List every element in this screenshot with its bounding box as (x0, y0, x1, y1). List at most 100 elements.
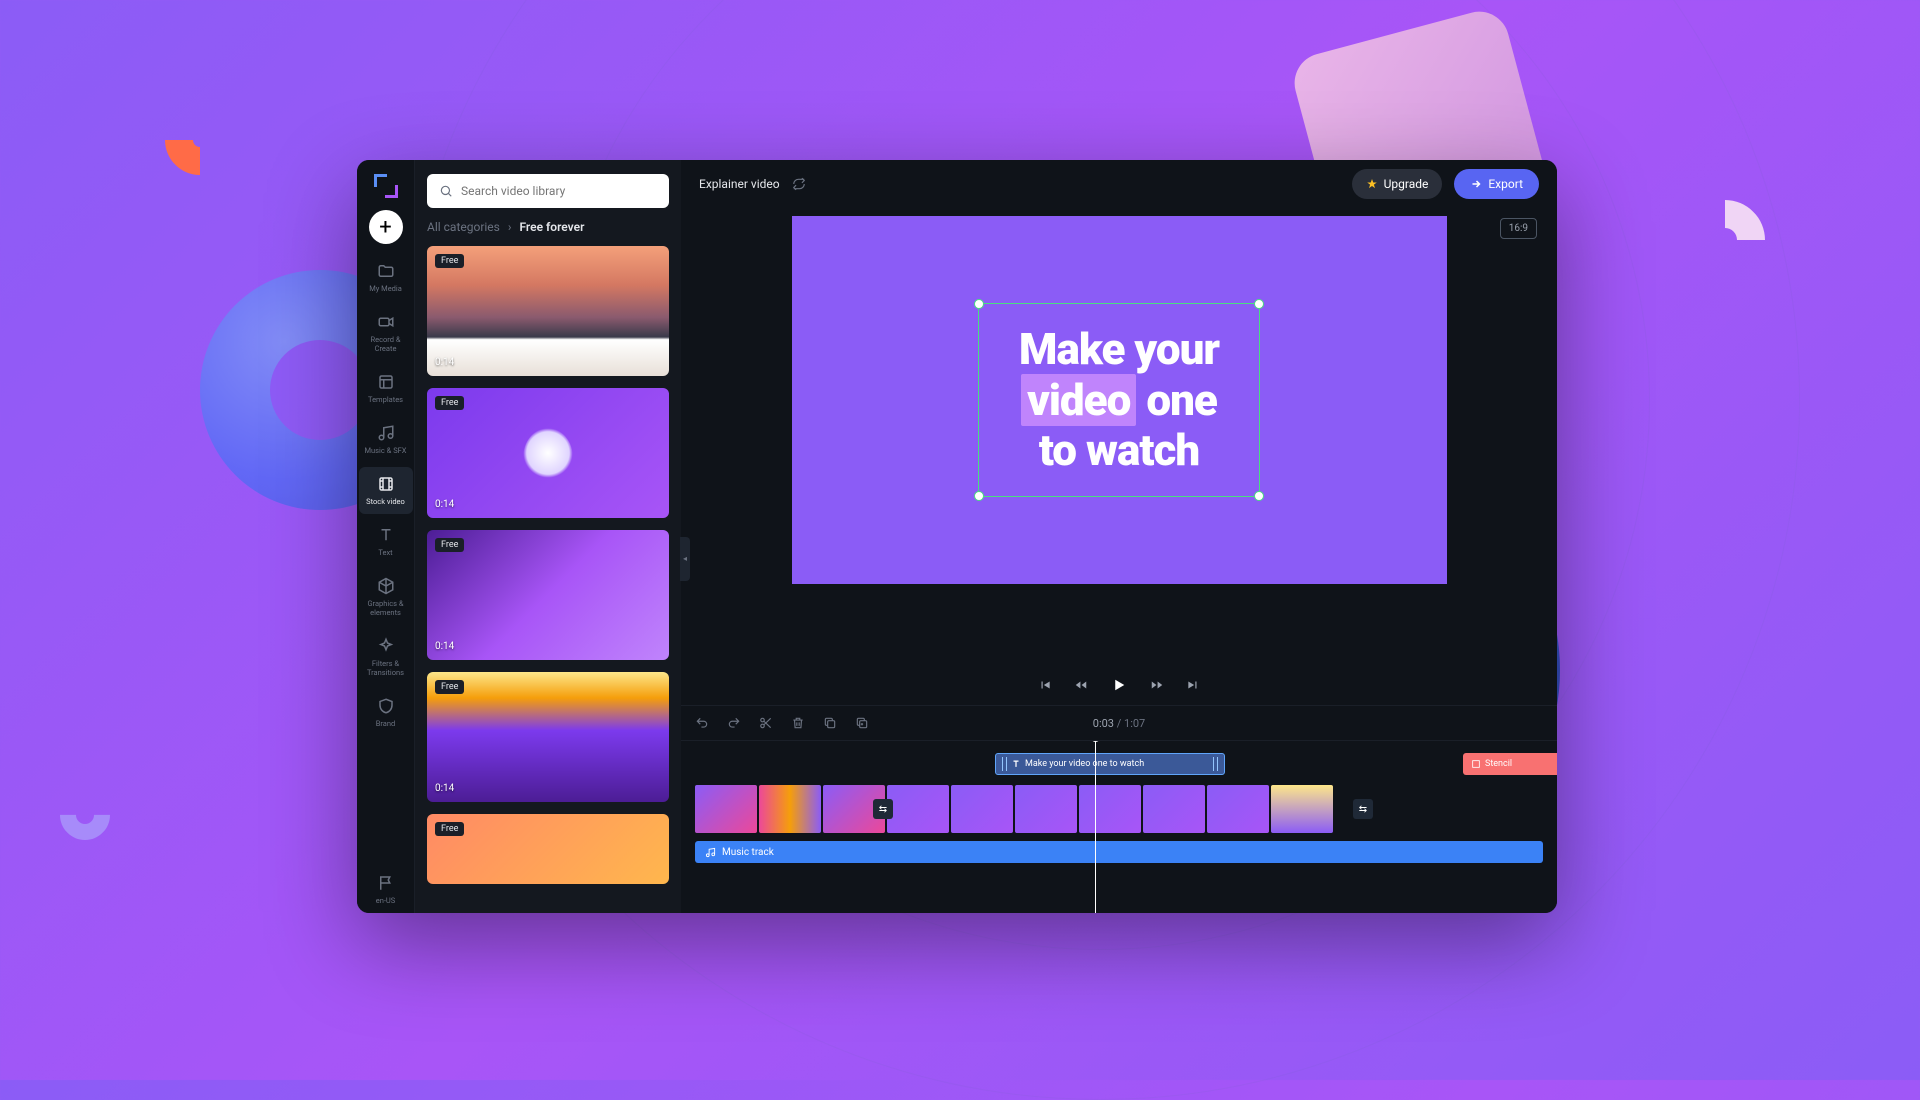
video-frame[interactable] (1143, 785, 1205, 833)
sync-icon[interactable] (792, 177, 806, 191)
video-frame[interactable] (1079, 785, 1141, 833)
topbar: Explainer video Upgrade Export (681, 160, 1557, 208)
rail-text[interactable]: Text (359, 518, 413, 565)
rail-brand[interactable]: Brand (359, 689, 413, 736)
playback-controls (681, 665, 1557, 705)
clip-duration: 0:14 (435, 641, 454, 652)
resize-handle[interactable] (974, 491, 984, 501)
skip-start-button[interactable] (1038, 678, 1052, 692)
sparkle-icon (377, 637, 395, 655)
undo-button[interactable] (695, 716, 709, 730)
cube-icon (377, 577, 395, 595)
star-icon (1366, 178, 1378, 190)
camera-icon (377, 313, 395, 331)
rail-stock-video[interactable]: Stock video (359, 467, 413, 514)
free-badge: Free (435, 822, 464, 836)
rail-music[interactable]: Music & SFX (359, 416, 413, 463)
breadcrumb-root[interactable]: All categories (427, 220, 500, 234)
export-button[interactable]: Export (1454, 169, 1539, 199)
breadcrumb-current: Free forever (519, 220, 584, 234)
library-panel: All categories › Free forever Free 0:14 … (415, 160, 681, 913)
delete-button[interactable] (791, 716, 805, 730)
clip-handle-right[interactable] (1213, 757, 1218, 771)
text-track[interactable]: Make your video one to watch Stencil (695, 753, 1543, 777)
clip-list: Free 0:14 Free 0:14 Free 0:14 Free 0:14 … (427, 246, 669, 884)
rail-my-media[interactable]: My Media (359, 254, 413, 301)
upgrade-button[interactable]: Upgrade (1352, 169, 1443, 199)
folder-icon (377, 262, 395, 280)
canvas-text[interactable]: Make your video one to watch (1019, 324, 1219, 476)
music-icon (377, 424, 395, 442)
resize-handle[interactable] (974, 299, 984, 309)
search-input[interactable] (461, 184, 657, 198)
aspect-ratio-badge[interactable]: 16:9 (1500, 218, 1537, 239)
video-frame[interactable] (1015, 785, 1077, 833)
duplicate-button[interactable] (855, 716, 869, 730)
search-box[interactable] (427, 174, 669, 208)
split-button[interactable] (759, 716, 773, 730)
copy-button[interactable] (823, 716, 837, 730)
clip-thumbnail[interactable]: Free 0:14 (427, 246, 669, 376)
project-name[interactable]: Explainer video (699, 177, 780, 191)
redo-button[interactable] (727, 716, 741, 730)
transition-icon[interactable]: ⇆ (1353, 799, 1373, 819)
nav-rail: + My Media Record & Create Templates Mus… (357, 160, 415, 913)
rail-templates[interactable]: Templates (359, 365, 413, 412)
timeline-toolbar: 0:03 / 1:07 (681, 705, 1557, 741)
add-button[interactable]: + (369, 210, 403, 244)
free-badge: Free (435, 538, 464, 552)
search-icon (439, 184, 453, 198)
clip-thumbnail[interactable]: Free 0:14 (427, 672, 669, 802)
video-frame[interactable] (1271, 785, 1333, 833)
playhead[interactable] (1095, 741, 1096, 913)
timeline-time: 0:03 / 1:07 (1093, 717, 1145, 730)
square-icon (1471, 759, 1481, 769)
film-icon (377, 475, 395, 493)
rail-locale[interactable]: en-US (359, 866, 413, 913)
timeline[interactable]: Make your video one to watch Stencil (681, 741, 1557, 913)
rail-filters[interactable]: Filters & Transitions (359, 629, 413, 685)
skip-end-button[interactable] (1186, 678, 1200, 692)
app-window: + My Media Record & Create Templates Mus… (357, 160, 1557, 913)
shield-icon (377, 697, 395, 715)
preview-canvas[interactable]: Make your video one to watch (792, 216, 1447, 584)
breadcrumb: All categories › Free forever (427, 220, 669, 234)
resize-handle[interactable] (1254, 299, 1264, 309)
video-frame[interactable] (1207, 785, 1269, 833)
editor-main: ◂ Explainer video Upgrade Export 16:9 (681, 160, 1557, 913)
clip-thumbnail[interactable]: Free (427, 814, 669, 884)
timeline-text-clip[interactable]: Make your video one to watch (995, 753, 1225, 775)
rewind-button[interactable] (1074, 678, 1088, 692)
clip-duration: 0:14 (435, 499, 454, 510)
video-frame[interactable] (951, 785, 1013, 833)
rail-graphics[interactable]: Graphics & elements (359, 569, 413, 625)
video-frame[interactable] (695, 785, 757, 833)
resize-handle[interactable] (1254, 491, 1264, 501)
templates-icon (377, 373, 395, 391)
canvas-area: 16:9 Make your video one to watch (681, 208, 1557, 665)
transition-icon[interactable]: ⇆ (873, 799, 893, 819)
free-badge: Free (435, 680, 464, 694)
text-icon (1011, 759, 1021, 769)
clip-handle-left[interactable] (1002, 757, 1007, 771)
video-frame[interactable] (759, 785, 821, 833)
free-badge: Free (435, 254, 464, 268)
music-icon (705, 847, 716, 858)
app-logo (374, 174, 398, 198)
video-track[interactable]: ⇆ ⇆ (695, 785, 1543, 833)
play-button[interactable] (1110, 676, 1128, 694)
clip-duration: 0:14 (435, 783, 454, 794)
clip-thumbnail[interactable]: Free 0:14 (427, 388, 669, 518)
clip-duration: 0:14 (435, 357, 454, 368)
video-frame[interactable] (887, 785, 949, 833)
text-icon (377, 526, 395, 544)
clip-thumbnail[interactable]: Free 0:14 (427, 530, 669, 660)
timeline-stencil-clip[interactable]: Stencil (1463, 753, 1557, 775)
arrow-right-icon (1470, 178, 1482, 190)
rail-record[interactable]: Record & Create (359, 305, 413, 361)
forward-button[interactable] (1150, 678, 1164, 692)
text-selection-box[interactable]: Make your video one to watch (978, 303, 1260, 497)
free-badge: Free (435, 396, 464, 410)
flag-icon (377, 874, 395, 892)
music-track-clip[interactable]: Music track (695, 841, 1543, 863)
